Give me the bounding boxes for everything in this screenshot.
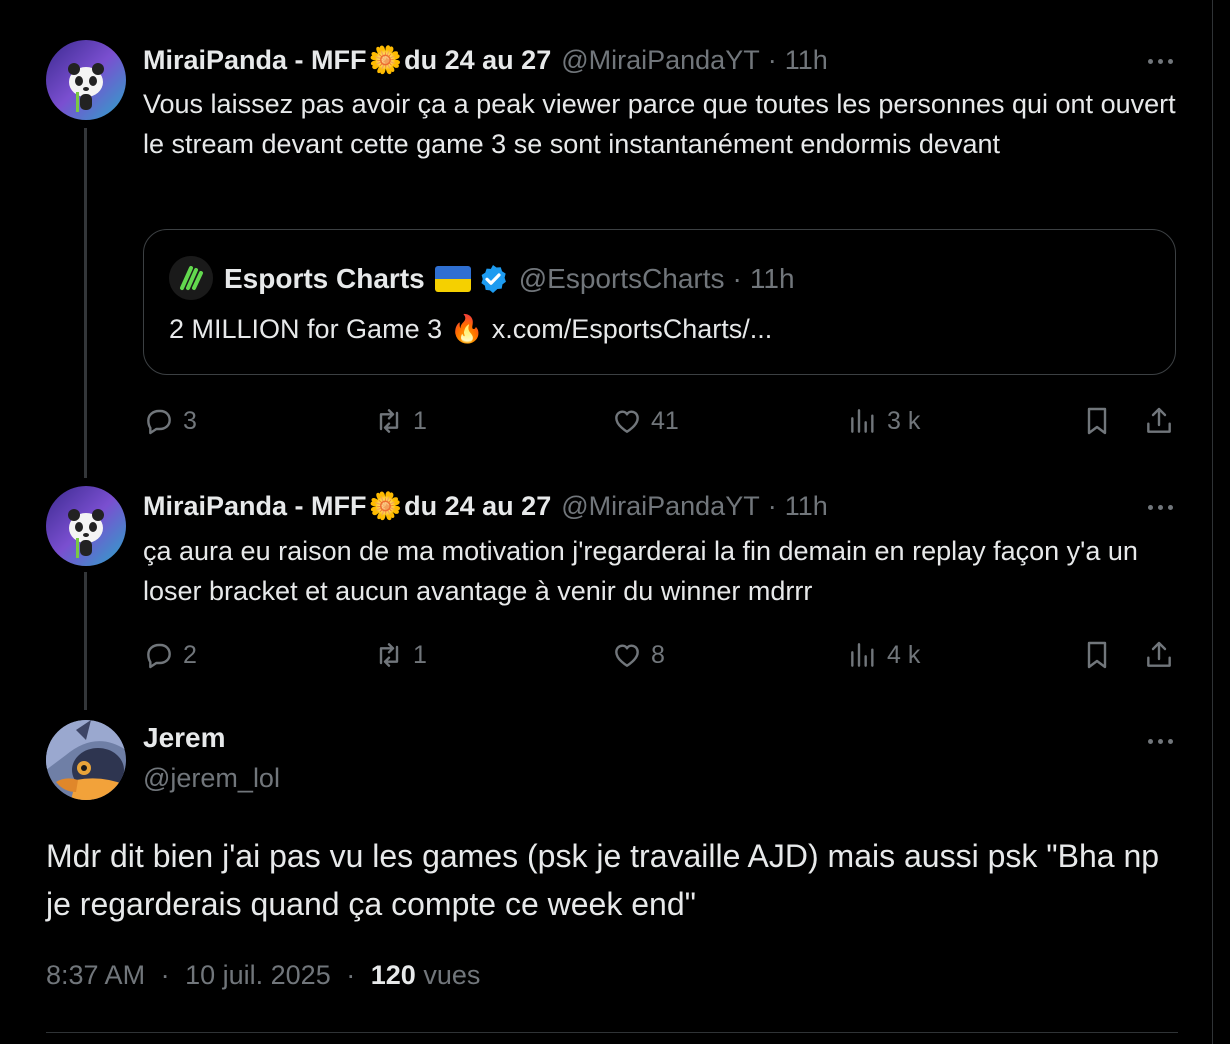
quoted-tweet-time[interactable]: 11h — [750, 263, 795, 295]
separator: · — [767, 490, 777, 521]
tweet-header: MiraiPanda - MFF 🌼 du 24 au 27 @MiraiPan… — [143, 488, 828, 524]
avatar-miraipanda[interactable] — [46, 40, 126, 120]
share-button[interactable] — [1143, 401, 1183, 441]
reply-button[interactable]: 3 — [143, 401, 197, 441]
retweet-count: 1 — [413, 640, 427, 669]
views-icon — [851, 643, 874, 667]
quoted-tweet-text: 2 MILLION for Game 3 🔥 x.com/EsportsChar… — [169, 313, 772, 345]
thread-connector — [84, 128, 87, 478]
views-button[interactable]: 4 k — [847, 635, 920, 675]
bookmark-icon — [1087, 641, 1107, 669]
author-handle[interactable]: @MiraiPandaYT — [561, 491, 759, 522]
tweet-date[interactable]: 10 juil. 2025 — [185, 960, 331, 990]
tweet-time[interactable]: 11h — [785, 45, 828, 76]
views-button[interactable]: 3 k — [847, 401, 920, 441]
bookmark-button[interactable] — [1081, 635, 1121, 675]
share-icon — [1147, 407, 1171, 433]
tweet-header: MiraiPanda - MFF 🌼 du 24 au 27 @MiraiPan… — [143, 42, 828, 78]
more-options-icon[interactable] — [1140, 46, 1180, 76]
views-label: vues — [423, 960, 481, 990]
quoted-tweet-header: Esports Charts @EsportsCharts · 11h — [224, 261, 795, 297]
author-name[interactable]: MiraiPanda - MFF — [143, 491, 367, 522]
main-author-handle[interactable]: @jerem_lol — [143, 763, 280, 794]
tweet-text: ça aura eu raison de ma motivation j'reg… — [143, 536, 1138, 606]
like-button[interactable]: 41 — [611, 401, 679, 441]
main-author-name[interactable]: Jerem — [143, 722, 226, 754]
share-icon — [1147, 641, 1171, 667]
verified-badge-icon — [481, 265, 506, 293]
author-name-suffix[interactable]: du 24 au 27 — [404, 45, 551, 76]
reply-count: 3 — [183, 406, 197, 435]
flower-emoji: 🌼 — [368, 45, 403, 75]
author-name-suffix[interactable]: du 24 au 27 — [404, 491, 551, 522]
tweet-time[interactable]: 8:37 AM — [46, 960, 145, 990]
like-icon — [615, 644, 639, 667]
reply-count: 2 — [183, 640, 197, 669]
views-count: 4 k — [887, 640, 921, 669]
like-count: 41 — [651, 406, 679, 435]
views-count: 3 k — [887, 406, 921, 435]
tweet-meta: 8:37 AM · 10 juil. 2025 · 120 vues — [46, 960, 480, 991]
like-icon — [615, 410, 639, 433]
reply-button[interactable]: 2 — [143, 635, 197, 675]
author-handle[interactable]: @MiraiPandaYT — [561, 45, 759, 76]
avatar-jerem[interactable] — [46, 720, 126, 800]
share-button[interactable] — [1143, 635, 1183, 675]
more-options-icon[interactable] — [1140, 492, 1180, 522]
quoted-author-handle[interactable]: @EsportsCharts — [519, 263, 725, 295]
panda-avatar-icon — [46, 40, 126, 120]
retweet-icon — [379, 409, 399, 433]
like-button[interactable]: 8 — [611, 635, 665, 675]
thread-connector — [84, 572, 87, 710]
tweet-actions: 2 1 8 4 k — [143, 635, 1183, 675]
retweet-icon — [379, 643, 399, 667]
divider — [46, 1032, 1178, 1033]
avatar-miraipanda[interactable] — [46, 486, 126, 566]
quoted-text: 2 MILLION for Game 3 — [169, 313, 443, 344]
main-tweet-text: Mdr dit bien j'ai pas vu les games (psk … — [46, 838, 1160, 922]
bookmark-button[interactable] — [1081, 401, 1121, 441]
retweet-count: 1 — [413, 406, 427, 435]
flower-emoji: 🌼 — [368, 491, 403, 521]
tweet-text: Vous laissez pas avoir ça a peak viewer … — [143, 89, 1176, 159]
tweet-actions: 3 1 41 3 k — [143, 401, 1183, 441]
author-name[interactable]: MiraiPanda - MFF — [143, 45, 367, 76]
reply-icon — [147, 409, 171, 435]
bookmark-icon — [1087, 407, 1107, 435]
retweet-button[interactable]: 1 — [373, 635, 427, 675]
separator: · — [346, 960, 356, 990]
more-options-icon[interactable] — [1140, 726, 1180, 756]
quoted-author-name[interactable]: Esports Charts — [224, 263, 425, 295]
fire-emoji: 🔥 — [450, 314, 484, 344]
views-count: 120 — [370, 960, 416, 990]
retweet-button[interactable]: 1 — [373, 401, 427, 441]
separator: · — [767, 44, 777, 75]
reply-icon — [147, 643, 171, 669]
separator: · — [732, 263, 742, 294]
like-count: 8 — [651, 640, 665, 669]
esports-charts-avatar — [169, 256, 213, 300]
panda-avatar-icon — [46, 486, 126, 566]
separator: · — [160, 960, 170, 990]
ukraine-flag-icon — [434, 266, 471, 292]
quoted-tweet[interactable]: Esports Charts @EsportsCharts · 11h 2 MI… — [143, 229, 1176, 375]
views-icon — [851, 409, 874, 433]
esports-charts-logo-icon — [169, 256, 213, 300]
bird-avatar-icon — [46, 720, 126, 800]
tweet-time[interactable]: 11h — [785, 491, 828, 522]
quoted-link[interactable]: x.com/EsportsCharts/... — [492, 314, 773, 345]
